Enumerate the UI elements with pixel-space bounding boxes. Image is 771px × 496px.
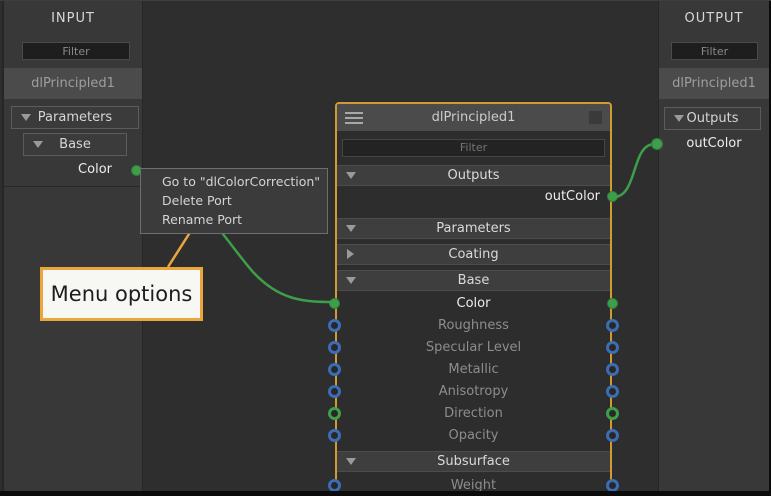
chevron-down-icon xyxy=(674,115,684,122)
connection-outcolor-wire[interactable] xyxy=(612,144,656,197)
output-port-icon[interactable] xyxy=(606,479,619,492)
section-label: Outputs xyxy=(448,168,500,183)
chevron-down-icon xyxy=(346,277,356,284)
section-subsurface[interactable]: Subsurface xyxy=(337,451,610,472)
annotation-callout: Menu options xyxy=(40,267,203,321)
input-port-icon[interactable] xyxy=(328,479,341,492)
input-port-icon[interactable] xyxy=(328,429,341,442)
node-port-row-roughness[interactable]: Roughness xyxy=(337,315,610,337)
input-base-expander[interactable]: Base xyxy=(23,133,127,156)
output-port-icon[interactable] xyxy=(606,407,619,420)
node-swatch[interactable] xyxy=(589,111,602,124)
port-label: Metallic xyxy=(448,362,498,377)
expander-label: Parameters xyxy=(38,110,112,125)
input-port-icon[interactable] xyxy=(328,319,341,332)
node-port-row-metallic[interactable]: Metallic xyxy=(337,359,610,381)
port-context-menu: Go to "dlColorCorrection" Delete Port Re… xyxy=(140,168,328,234)
output-port-icon[interactable] xyxy=(606,319,619,332)
chevron-right-icon xyxy=(347,249,354,259)
section-label: Subsurface xyxy=(437,454,510,469)
node-port-row-color[interactable]: Color xyxy=(337,293,610,315)
port-label: outColor xyxy=(545,189,600,204)
menu-icon[interactable] xyxy=(345,112,363,127)
node-port-row-specular-level[interactable]: Specular Level xyxy=(337,337,610,359)
output-port-icon[interactable] xyxy=(607,191,618,202)
section-label: Parameters xyxy=(436,221,510,236)
window-frame-bottom xyxy=(0,491,771,496)
port-label: Anisotropy xyxy=(439,384,509,399)
menu-item-delete-port[interactable]: Delete Port xyxy=(141,191,327,210)
node-editor-window: INPUT dlPrincipled1 Parameters Base Colo… xyxy=(0,0,771,496)
annotation-label: Menu options xyxy=(51,282,193,306)
input-filter-field[interactable] xyxy=(22,42,130,60)
output-outputs-expander[interactable]: Outputs xyxy=(664,107,761,130)
expander-label: Base xyxy=(59,137,91,152)
input-parameters-expander[interactable]: Parameters xyxy=(11,106,139,129)
port-label: Direction xyxy=(444,406,503,421)
port-label: outColor xyxy=(686,136,741,151)
output-panel: OUTPUT dlPrincipled1 Outputs outColor xyxy=(658,1,769,491)
output-port-icon[interactable] xyxy=(607,298,618,309)
input-port-icon[interactable] xyxy=(328,407,341,420)
input-port-icon[interactable] xyxy=(328,363,341,376)
input-panel: INPUT dlPrincipled1 Parameters Base Colo… xyxy=(2,1,143,491)
input-port-icon[interactable] xyxy=(328,385,341,398)
section-outputs[interactable]: Outputs xyxy=(337,165,610,186)
output-outcolor-port-dot[interactable] xyxy=(651,138,663,150)
input-panel-title: INPUT xyxy=(4,11,142,26)
output-port-icon[interactable] xyxy=(606,429,619,442)
node-port-row-direction[interactable]: Direction xyxy=(337,403,610,425)
input-port-icon[interactable] xyxy=(328,341,341,354)
node-header[interactable]: dlPrincipled1 xyxy=(337,104,610,131)
section-parameters[interactable]: Parameters xyxy=(337,218,610,239)
port-label: Specular Level xyxy=(426,340,521,355)
chevron-down-icon xyxy=(33,141,43,148)
output-node-name[interactable]: dlPrincipled1 xyxy=(659,68,769,99)
dlprincipled-node[interactable]: dlPrincipled1 Outputs outColor Parameter… xyxy=(335,102,612,496)
section-label: Coating xyxy=(448,247,498,262)
port-label: Opacity xyxy=(448,428,498,443)
input-port-icon[interactable] xyxy=(329,298,340,309)
node-port-row-opacity[interactable]: Opacity xyxy=(337,425,610,447)
menu-item-go-to[interactable]: Go to "dlColorCorrection" xyxy=(141,172,327,191)
section-coating[interactable]: Coating xyxy=(337,244,610,265)
port-label: Roughness xyxy=(438,318,509,333)
section-label: Base xyxy=(458,273,490,288)
section-base[interactable]: Base xyxy=(337,270,610,291)
panel-divider xyxy=(4,186,142,187)
node-port-row-anisotropy[interactable]: Anisotropy xyxy=(337,381,610,403)
expander-label: Outputs xyxy=(687,111,739,126)
output-port-icon[interactable] xyxy=(606,341,619,354)
node-title: dlPrincipled1 xyxy=(337,110,610,125)
port-label: Color xyxy=(78,162,112,177)
output-filter-field[interactable] xyxy=(671,42,758,60)
port-label: Color xyxy=(457,296,491,311)
node-port-row-outcolor[interactable]: outColor xyxy=(337,186,610,208)
output-panel-title: OUTPUT xyxy=(659,11,769,26)
chevron-down-icon xyxy=(346,458,356,465)
output-port-icon[interactable] xyxy=(606,363,619,376)
output-port-icon[interactable] xyxy=(606,385,619,398)
input-color-port-row[interactable]: Color xyxy=(4,159,142,181)
menu-item-rename-port[interactable]: Rename Port xyxy=(141,210,327,229)
node-filter-field[interactable] xyxy=(342,139,605,157)
chevron-down-icon xyxy=(346,225,356,232)
input-node-name[interactable]: dlPrincipled1 xyxy=(4,68,142,99)
chevron-down-icon xyxy=(21,114,31,121)
output-outcolor-port-row[interactable]: outColor xyxy=(659,133,769,155)
chevron-down-icon xyxy=(346,172,356,179)
